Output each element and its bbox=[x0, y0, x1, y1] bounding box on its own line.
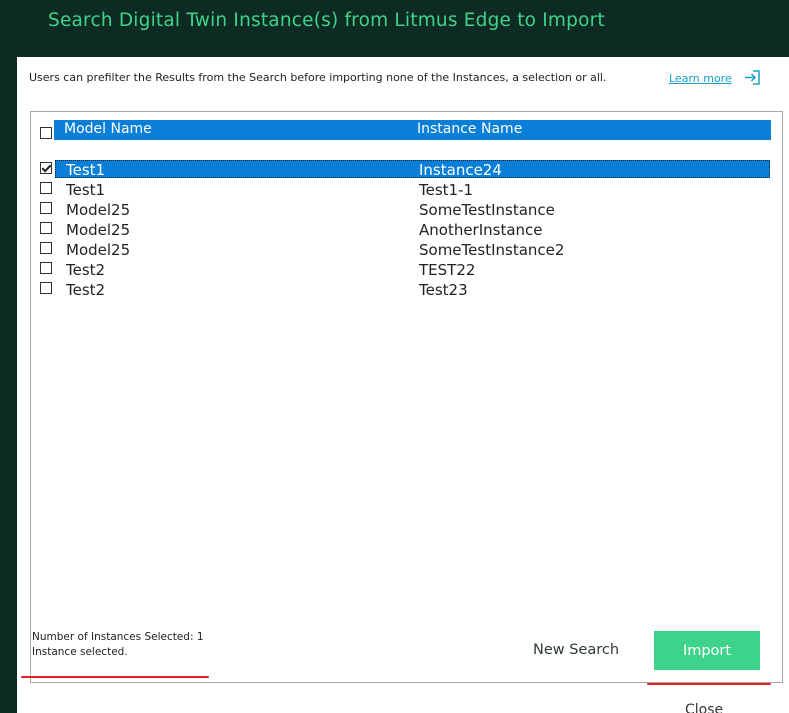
row-checkbox[interactable] bbox=[40, 262, 52, 274]
column-header-instance-name: Instance Name bbox=[417, 121, 523, 137]
table-row[interactable]: Test2 Test23 bbox=[31, 280, 780, 300]
table-row[interactable]: Model25 AnotherInstance bbox=[31, 220, 780, 240]
cell-instance-name: SomeTestInstance2 bbox=[419, 241, 565, 259]
dialog-description: Users can prefilter the Results from the… bbox=[29, 71, 607, 84]
cell-instance-name: AnotherInstance bbox=[419, 221, 543, 239]
row-checkbox[interactable] bbox=[40, 162, 52, 174]
new-search-button[interactable]: New Search bbox=[533, 642, 619, 658]
cell-instance-name: SomeTestInstance bbox=[419, 201, 555, 219]
annotation-underline-status bbox=[21, 676, 209, 678]
cell-model-name: Model25 bbox=[66, 221, 131, 239]
annotation-underline-import bbox=[647, 683, 771, 685]
row-selection-highlight bbox=[55, 160, 770, 178]
column-header-model-name: Model Name bbox=[64, 121, 152, 137]
cell-model-name: Model25 bbox=[66, 201, 131, 219]
close-button[interactable]: Close bbox=[685, 702, 723, 713]
import-dialog: Users can prefilter the Results from the… bbox=[17, 57, 789, 713]
cell-instance-name: Test1-1 bbox=[419, 181, 474, 199]
table-header: Model Name Instance Name bbox=[54, 120, 771, 140]
selection-status: Instance selected. bbox=[32, 646, 128, 658]
dialog-title: Search Digital Twin Instance(s) from Lit… bbox=[48, 10, 605, 31]
instance-list[interactable]: Model Name Instance Name Test1 Instance24… bbox=[30, 111, 783, 683]
exit-arrow-icon[interactable] bbox=[744, 69, 761, 86]
cell-model-name: Test1 bbox=[66, 181, 106, 199]
cell-model-name: Test2 bbox=[66, 281, 106, 299]
cell-model-name: Test1 bbox=[66, 161, 106, 179]
table-row[interactable]: Test1 Test1-1 bbox=[31, 180, 780, 200]
cell-instance-name: TEST22 bbox=[419, 261, 476, 279]
table-row[interactable]: Model25 SomeTestInstance bbox=[31, 200, 780, 220]
cell-model-name: Model25 bbox=[66, 241, 131, 259]
learn-more-link[interactable]: Learn more bbox=[669, 72, 732, 85]
row-checkbox[interactable] bbox=[40, 202, 52, 214]
cell-instance-name: Test23 bbox=[419, 281, 468, 299]
select-all-checkbox[interactable] bbox=[40, 127, 52, 139]
row-checkbox[interactable] bbox=[40, 182, 52, 194]
title-bar: Search Digital Twin Instance(s) from Lit… bbox=[0, 0, 789, 56]
selection-count: Number of Instances Selected: 1 bbox=[32, 631, 204, 643]
import-button[interactable]: Import bbox=[654, 631, 760, 670]
row-checkbox[interactable] bbox=[40, 282, 52, 294]
table-row[interactable]: Model25 SomeTestInstance2 bbox=[31, 240, 780, 260]
cell-model-name: Test2 bbox=[66, 261, 106, 279]
table-row[interactable]: Test1 Instance24 bbox=[31, 160, 780, 180]
cell-instance-name: Instance24 bbox=[419, 161, 502, 179]
row-checkbox[interactable] bbox=[40, 222, 52, 234]
table-row[interactable]: Test2 TEST22 bbox=[31, 260, 780, 280]
row-checkbox[interactable] bbox=[40, 242, 52, 254]
